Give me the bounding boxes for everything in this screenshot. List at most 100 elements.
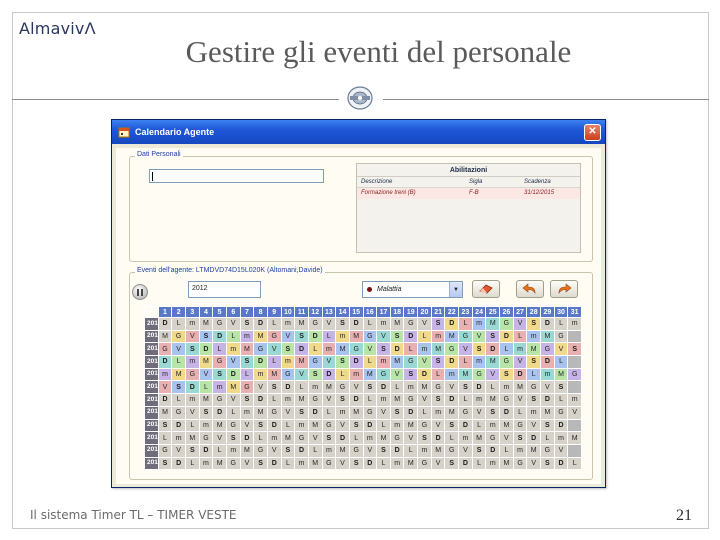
- day-cell[interactable]: V: [540, 380, 555, 395]
- day-cell[interactable]: S: [553, 380, 569, 395]
- window-titlebar[interactable]: Calendario Agente ✕: [112, 120, 605, 144]
- day-cell[interactable]: L: [471, 418, 487, 433]
- event-day-cell[interactable]: S: [212, 367, 227, 382]
- day-cell[interactable]: m: [225, 443, 241, 458]
- event-day-cell[interactable]: V: [225, 355, 241, 369]
- event-day-cell[interactable]: D: [253, 355, 268, 369]
- day-cell[interactable]: M: [417, 380, 432, 395]
- day-cell[interactable]: M: [389, 317, 405, 331]
- day-cell[interactable]: V: [225, 317, 241, 331]
- erase-button[interactable]: [472, 280, 500, 298]
- day-cell[interactable]: L: [280, 418, 296, 433]
- day-cell[interactable]: D: [348, 317, 364, 331]
- day-cell[interactable]: M: [526, 443, 542, 458]
- day-cell[interactable]: D: [553, 456, 569, 471]
- event-day-cell[interactable]: G: [362, 329, 378, 344]
- day-cell[interactable]: m: [389, 456, 405, 471]
- event-day-cell[interactable]: G: [184, 367, 200, 382]
- agent-name-input[interactable]: [149, 169, 324, 183]
- event-day-cell[interactable]: m: [280, 355, 296, 369]
- day-cell[interactable]: m: [266, 431, 282, 445]
- day-cell[interactable]: G: [499, 393, 514, 407]
- day-cell[interactable]: m: [553, 431, 569, 445]
- event-day-cell[interactable]: M: [335, 342, 350, 357]
- day-cell[interactable]: L: [362, 393, 378, 407]
- day-cell[interactable]: m: [430, 405, 446, 420]
- day-cell[interactable]: m: [485, 418, 501, 433]
- day-cell[interactable]: S: [526, 393, 542, 407]
- event-day-cell[interactable]: G: [444, 342, 460, 357]
- day-cell[interactable]: M: [376, 431, 391, 445]
- event-day-cell[interactable]: V: [485, 367, 501, 382]
- day-cell[interactable]: V: [526, 456, 542, 471]
- event-day-cell[interactable]: M: [348, 329, 364, 344]
- event-day-cell[interactable]: S: [403, 367, 419, 382]
- day-cell[interactable]: m: [294, 418, 309, 433]
- year-input[interactable]: 2012: [188, 281, 261, 298]
- day-cell[interactable]: S: [430, 393, 446, 407]
- day-cell[interactable]: M: [307, 418, 323, 433]
- day-cell[interactable]: V: [512, 393, 528, 407]
- day-cell[interactable]: D: [471, 380, 487, 395]
- event-day-cell[interactable]: G: [212, 355, 227, 369]
- day-cell[interactable]: V: [348, 380, 364, 395]
- day-cell[interactable]: D: [430, 431, 446, 445]
- day-cell[interactable]: V: [553, 443, 569, 458]
- day-cell[interactable]: G: [266, 405, 282, 420]
- event-day-cell[interactable]: D: [307, 329, 323, 344]
- event-day-cell[interactable]: m: [471, 355, 487, 369]
- event-day-cell[interactable]: V: [512, 355, 528, 369]
- event-day-cell[interactable]: L: [266, 355, 282, 369]
- day-cell[interactable]: L: [348, 431, 364, 445]
- event-day-cell[interactable]: m: [444, 367, 460, 382]
- day-cell[interactable]: M: [294, 317, 309, 331]
- event-day-cell[interactable]: G: [471, 367, 487, 382]
- day-cell[interactable]: M: [499, 418, 514, 433]
- event-day-cell[interactable]: D: [512, 367, 528, 382]
- day-cell[interactable]: V: [266, 443, 282, 458]
- day-cell[interactable]: V: [239, 456, 255, 471]
- event-day-cell[interactable]: S: [307, 367, 323, 382]
- event-day-cell[interactable]: G: [266, 329, 282, 344]
- event-day-cell[interactable]: S: [294, 329, 309, 344]
- day-cell[interactable]: V: [376, 405, 391, 420]
- day-cell[interactable]: D: [403, 405, 419, 420]
- event-day-cell[interactable]: m: [526, 329, 542, 344]
- day-cell[interactable]: S: [225, 431, 241, 445]
- day-cell[interactable]: G: [526, 380, 542, 395]
- day-cell[interactable]: D: [239, 431, 255, 445]
- day-cell[interactable]: G: [417, 418, 432, 433]
- day-cell[interactable]: D: [294, 443, 309, 458]
- day-cell[interactable]: G: [362, 405, 378, 420]
- event-day-cell[interactable]: L: [362, 355, 378, 369]
- day-cell[interactable]: S: [389, 405, 405, 420]
- day-cell[interactable]: D: [171, 418, 186, 433]
- day-cell[interactable]: S: [376, 443, 391, 458]
- event-day-cell[interactable]: L: [171, 355, 186, 369]
- day-cell[interactable]: M: [335, 443, 350, 458]
- day-cell[interactable]: G: [307, 393, 323, 407]
- day-cell[interactable]: S: [239, 317, 255, 331]
- day-cell[interactable]: S: [471, 443, 487, 458]
- event-day-cell[interactable]: M: [362, 367, 378, 382]
- day-cell[interactable]: L: [403, 443, 419, 458]
- day-cell[interactable]: D: [444, 393, 460, 407]
- day-cell[interactable]: V: [321, 393, 337, 407]
- day-cell[interactable]: m: [512, 443, 528, 458]
- day-cell[interactable]: S: [417, 431, 432, 445]
- day-cell[interactable]: V: [280, 405, 296, 420]
- day-cell[interactable]: G: [512, 418, 528, 433]
- day-cell[interactable]: M: [198, 393, 214, 407]
- day-cell[interactable]: S: [512, 431, 528, 445]
- event-day-cell[interactable]: m: [417, 342, 432, 357]
- day-cell[interactable]: G: [225, 418, 241, 433]
- day-cell[interactable]: M: [389, 393, 405, 407]
- day-cell[interactable]: V: [335, 456, 350, 471]
- day-cell[interactable]: m: [471, 393, 487, 407]
- day-cell[interactable]: L: [499, 443, 514, 458]
- day-cell[interactable]: S: [485, 405, 501, 420]
- day-cell[interactable]: G: [253, 443, 268, 458]
- day-cell[interactable]: M: [512, 380, 528, 395]
- event-type-select[interactable]: Malattia ▼: [362, 281, 463, 298]
- day-cell[interactable]: D: [280, 380, 296, 395]
